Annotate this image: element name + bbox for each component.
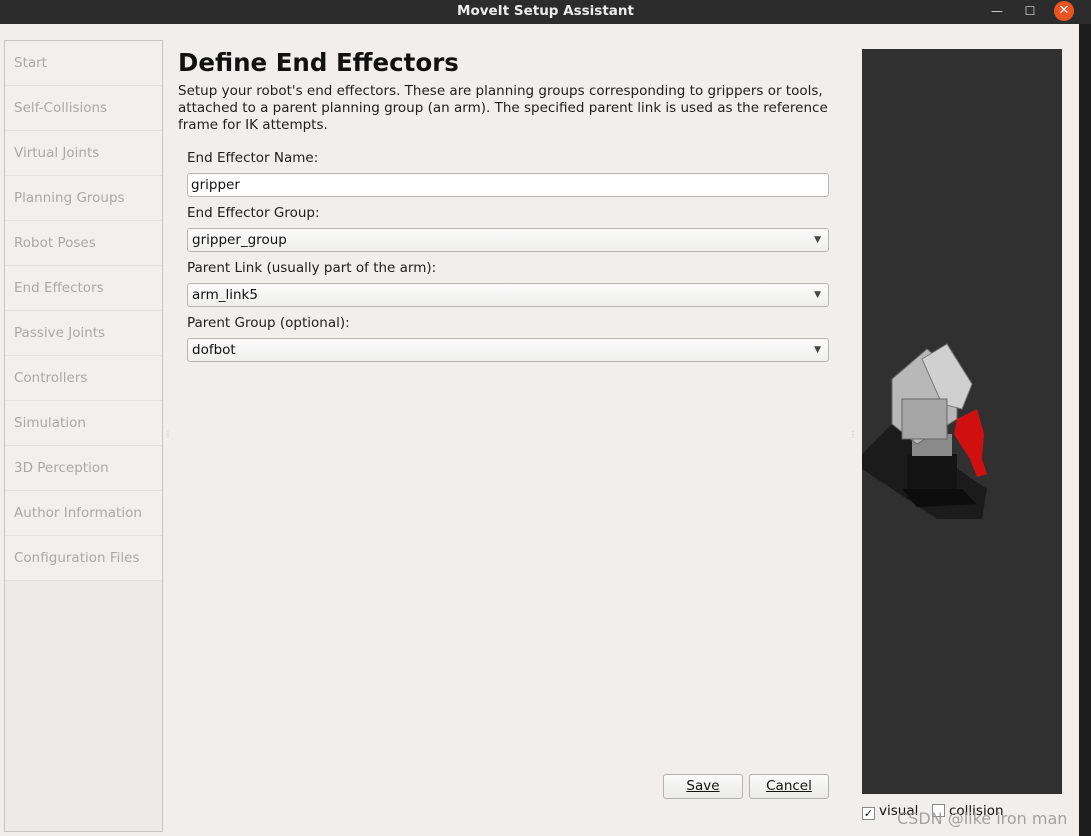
sidebar-item-passive-joints[interactable]: Passive Joints	[5, 311, 162, 356]
sidebar-item-3d-perception[interactable]: 3D Perception	[5, 446, 162, 491]
sidebar-item-controllers[interactable]: Controllers	[5, 356, 162, 401]
robot-arm-joint	[901, 398, 948, 440]
robot-gripper	[954, 409, 987, 477]
parent-link-value: arm_link5	[192, 287, 258, 303]
robot-3d-viewport[interactable]	[862, 49, 1062, 794]
cancel-button[interactable]: Cancel	[749, 774, 829, 799]
viewport-splitter-handle[interactable]: ⋮	[849, 430, 857, 439]
sidebar-item-simulation[interactable]: Simulation	[5, 401, 162, 446]
parent-group-label: Parent Group (optional):	[187, 315, 350, 331]
chevron-down-icon: ▼	[814, 290, 821, 300]
parent-link-label: Parent Link (usually part of the arm):	[187, 260, 437, 276]
sidebar-item-author-information[interactable]: Author Information	[5, 491, 162, 536]
parent-group-value: dofbot	[192, 342, 236, 358]
end-effector-group-select[interactable]: gripper_group ▼	[187, 228, 829, 252]
parent-group-select[interactable]: dofbot ▼	[187, 338, 829, 362]
visual-checkbox[interactable]: ✓	[862, 807, 875, 820]
end-effector-name-input[interactable]: gripper	[187, 173, 829, 197]
end-effector-name-label: End Effector Name:	[187, 150, 319, 166]
sidebar-item-self-collisions[interactable]: Self-Collisions	[5, 86, 162, 131]
sidebar-item-virtual-joints[interactable]: Virtual Joints	[5, 131, 162, 176]
chevron-down-icon: ▼	[814, 235, 821, 245]
sidebar-item-end-effectors[interactable]: End Effectors	[5, 266, 162, 311]
sidebar-nav: Start Self-Collisions Virtual Joints Pla…	[4, 40, 163, 832]
sidebar-item-configuration-files[interactable]: Configuration Files	[5, 536, 162, 581]
sidebar-item-robot-poses[interactable]: Robot Poses	[5, 221, 162, 266]
sidebar-item-planning-groups[interactable]: Planning Groups	[5, 176, 162, 221]
end-effector-form: End Effector Name: gripper End Effector …	[187, 150, 829, 370]
window-titlebar: MoveIt Setup Assistant — ☐ ✕	[0, 0, 1091, 24]
parent-link-select[interactable]: arm_link5 ▼	[187, 283, 829, 307]
end-effector-group-value: gripper_group	[192, 232, 287, 248]
nav-splitter-handle[interactable]: ⋮	[164, 430, 172, 439]
watermark-text: CSDN @like iron man	[897, 809, 1068, 828]
chevron-down-icon: ▼	[814, 345, 821, 355]
robot-model-render	[862, 343, 987, 519]
desktop-edge	[1079, 24, 1091, 836]
close-button[interactable]: ✕	[1054, 1, 1074, 21]
maximize-button[interactable]: ☐	[1016, 0, 1044, 24]
main-panel: Define End Effectors Setup your robot's …	[178, 48, 838, 134]
save-button[interactable]: Save	[663, 774, 743, 799]
page-description: Setup your robot's end effectors. These …	[178, 83, 828, 133]
save-button-label: Save	[686, 778, 720, 794]
end-effector-group-label: End Effector Group:	[187, 205, 320, 221]
minimize-button[interactable]: —	[983, 0, 1011, 24]
sidebar-item-start[interactable]: Start	[5, 41, 162, 86]
cancel-button-label: Cancel	[766, 778, 812, 794]
window-title: MoveIt Setup Assistant	[457, 3, 634, 19]
page-title: Define End Effectors	[178, 48, 459, 77]
